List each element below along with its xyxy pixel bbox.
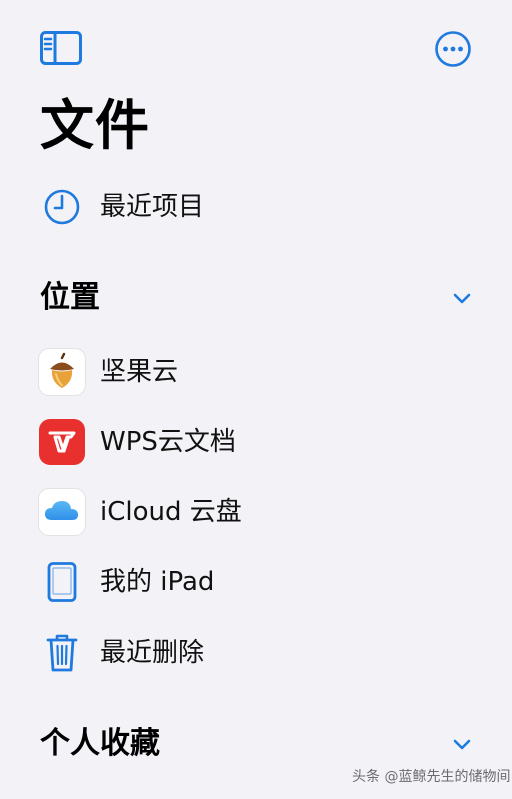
- sidebar-item-label: iCloud 云盘: [100, 497, 242, 527]
- clock-icon: [38, 183, 86, 231]
- section-title: 位置: [40, 280, 100, 315]
- wps-app-icon: [38, 418, 86, 466]
- sidebar-item-label: WPS云文档: [100, 427, 236, 457]
- sidebar-item-my-ipad[interactable]: 我的 iPad: [0, 552, 512, 612]
- section-header-favorites[interactable]: 个人收藏: [0, 719, 512, 769]
- sidebar-item-label: 最近删除: [100, 638, 205, 668]
- section-title: 个人收藏: [40, 726, 160, 761]
- ellipsis-circle-icon: [435, 31, 471, 67]
- more-button[interactable]: [434, 30, 472, 68]
- watermark-text: 头条 @蓝鲸先生的储物间: [352, 769, 511, 785]
- sidebar-icon: [40, 31, 82, 65]
- sidebar-item-recents[interactable]: 最近项目: [0, 177, 512, 237]
- sidebar-item-icloud[interactable]: iCloud 云盘: [0, 482, 512, 542]
- sidebar-item-label: 我的 iPad: [100, 567, 215, 597]
- ipad-icon: [38, 558, 86, 606]
- acorn-app-icon: [38, 348, 86, 396]
- sidebar-item-recently-deleted[interactable]: 最近删除: [0, 623, 512, 683]
- sidebar-item-label: 最近项目: [100, 192, 205, 222]
- trash-icon: [38, 629, 86, 677]
- sidebar-item-jianguoyun[interactable]: 坚果云: [0, 342, 512, 402]
- chevron-down-icon: [453, 293, 471, 304]
- section-header-locations[interactable]: 位置: [0, 273, 512, 323]
- sidebar-item-label: 坚果云: [100, 357, 179, 387]
- icloud-icon: [38, 488, 86, 536]
- chevron-down-icon: [453, 739, 471, 750]
- page-title: 文件: [40, 94, 150, 157]
- sidebar-toggle-button[interactable]: [40, 31, 82, 65]
- sidebar-item-wps[interactable]: WPS云文档: [0, 412, 512, 472]
